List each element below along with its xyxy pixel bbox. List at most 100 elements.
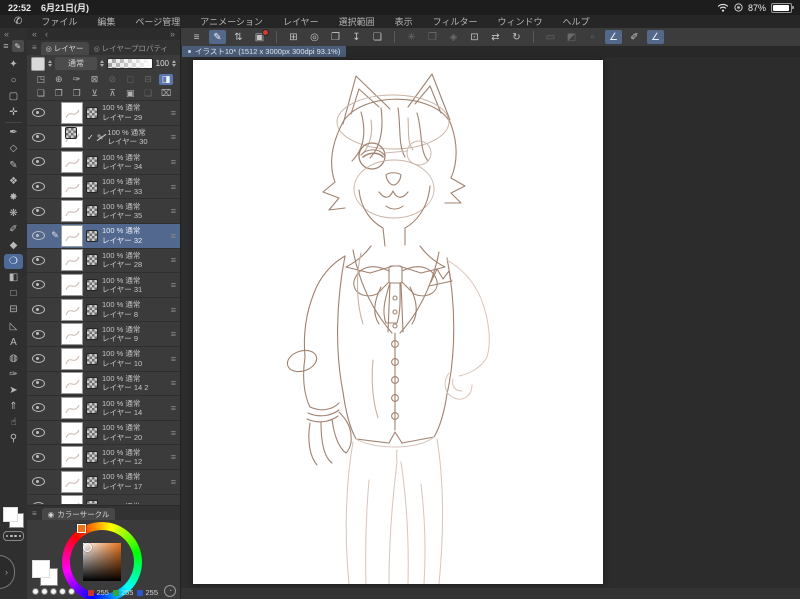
panel-next-icon[interactable]: » [170,29,175,39]
move-tool[interactable]: ✛ [4,105,23,120]
current-subtool-icon[interactable]: ✎ [11,40,24,52]
figure-tool[interactable]: □ [4,286,23,301]
eraser-tool[interactable]: ◇ [4,141,23,156]
layer-thumbnail[interactable] [61,323,83,346]
visibility-eye-icon[interactable] [32,108,45,118]
sv-marker[interactable] [83,543,92,552]
lock-layer-icon[interactable]: ⊠ [88,74,102,85]
layer-thumbnail[interactable] [61,372,83,395]
lasso-tool[interactable]: ○ [4,73,23,88]
pen-mode-button[interactable]: ✎ [209,30,226,44]
rotate-view-button[interactable]: ↻ [508,30,525,44]
menu-item[interactable]: 表示 [385,15,423,28]
layer-row[interactable]: 100 % 通常 レイヤー 17 ≡ [27,470,180,495]
row-drag-handle[interactable]: ≡ [171,501,176,504]
row-drag-handle[interactable]: ≡ [171,378,176,388]
pen-tool[interactable]: ✒ [4,125,23,140]
visibility-eye-icon[interactable] [32,255,45,265]
create-mask-button[interactable]: ▣ [123,88,137,99]
crop-button[interactable]: ⊡ [466,30,483,44]
row-drag-handle[interactable]: ≡ [171,329,176,339]
snap-to-special-ruler-button[interactable]: ✐ [626,30,643,44]
recent-colors[interactable] [32,588,75,595]
layer-thumbnail[interactable] [61,298,83,321]
tab-layers[interactable]: ◎ レイヤー [40,42,89,55]
eyedropper-tool[interactable]: ✑ [4,367,23,382]
menu-item[interactable]: ヘルプ [553,15,600,28]
save-export-button[interactable]: ↧ [348,30,365,44]
visibility-eye-icon[interactable] [32,329,45,339]
layer-move-tool[interactable]: ⇑ [4,399,23,414]
layer-thumbnail[interactable] [61,273,83,296]
row-drag-handle[interactable]: ≡ [171,157,176,167]
layer-row[interactable]: 100 % 通常 レイヤー 14 2 ≡ [27,372,180,397]
draft-layer-icon[interactable]: ✑ [70,74,84,85]
collapse-toolstrip-icon[interactable]: « [4,29,9,39]
merge-below-button[interactable]: ⊼ [105,88,119,99]
layer-row[interactable]: 100 % 通常 レイヤー 35 ≡ [27,199,180,224]
snap-to-ruler-button[interactable]: ∠ [605,30,622,44]
visibility-eye-icon[interactable] [32,354,45,364]
layer-thumbnail[interactable] [61,101,83,124]
layer-thumbnail[interactable] [61,150,83,173]
photo-library-button[interactable]: ▣ [251,29,269,44]
panel-prev-icon[interactable]: ‹ [45,29,48,39]
canvas-viewport[interactable] [181,57,800,599]
visibility-eye-icon[interactable] [32,403,45,413]
auto-select-tool[interactable]: ✦ [4,57,23,72]
row-drag-handle[interactable]: ≡ [171,354,176,364]
color-mode-toggle-icon[interactable]: ◔ [164,585,176,597]
layer-row[interactable]: 100 % 通常 レイヤー 9 ≡ [27,322,180,347]
layer-row[interactable]: 100 % 通常 レイヤー 20 ≡ [27,421,180,446]
toolstrip-menu-icon[interactable]: ≡ [3,41,8,51]
row-drag-handle[interactable]: ≡ [171,428,176,438]
menu-item[interactable]: アニメーション [190,15,273,28]
canvas-page[interactable] [193,60,603,584]
flip-horizontal-button[interactable]: ⇄ [487,30,504,44]
watercolor-tool[interactable]: ❋ [4,206,23,221]
row-drag-handle[interactable]: ≡ [171,403,176,413]
hand-tool[interactable]: ☝ [4,415,23,430]
visibility-eye-icon[interactable] [32,132,45,142]
layer-thumbnail[interactable] [61,347,83,370]
layer-thumbnail[interactable] [61,421,83,444]
layer-thumbnail[interactable] [61,175,83,198]
clip-studio-logo-icon[interactable]: ✆ [14,16,22,27]
visibility-eye-icon[interactable] [32,501,45,504]
operation-tool[interactable]: ➤ [4,383,23,398]
text-tool[interactable]: A [4,335,23,350]
new-raster-layer-button[interactable]: ❏ [34,88,48,99]
row-drag-handle[interactable]: ≡ [171,305,176,315]
layer-thumbnail[interactable] [61,495,83,504]
menu-item[interactable]: 選択範囲 [329,15,385,28]
blend-tool[interactable]: ❍ [4,254,23,270]
visibility-eye-icon[interactable] [32,477,45,487]
visibility-eye-icon[interactable] [32,378,45,388]
panel-collapse-icon[interactable]: « [32,29,37,39]
pencil-tool[interactable]: ✎ [4,158,23,173]
layer-thumbnail[interactable] [61,446,83,469]
panel-color-swatches[interactable] [32,560,58,586]
tab-layer-property[interactable]: ◎ レイヤープロパティ [89,42,173,55]
layer-row[interactable]: ✓ ✎ 100 % 通常 レイヤー 30 ≡ [27,126,180,151]
layer-row[interactable]: 100 % 通常 レイヤー 10 ≡ [27,347,180,372]
layer-row[interactable]: ✎ 100 % 通常 レイヤー 32 ≡ [27,223,180,249]
menu-item[interactable]: 編集 [87,15,125,28]
layer-color-icon[interactable]: ◨ [159,73,173,85]
layer-thumbnail[interactable] [61,396,83,419]
row-drag-handle[interactable]: ≡ [171,206,176,216]
decoration-tool[interactable]: ❖ [4,174,23,189]
delete-layer-button[interactable]: ⌧ [159,88,173,99]
layer-row[interactable]: 100 % 通常 レイヤー 8 ≡ [27,298,180,323]
menu-item[interactable]: ファイル [31,15,87,28]
row-drag-handle[interactable]: ≡ [171,108,176,118]
menu-item[interactable]: ページ管理 [125,15,190,28]
visibility-eye-icon[interactable] [32,428,45,438]
zoom-tool[interactable]: ⚲ [4,431,23,446]
marquee-tool[interactable]: ▢ [4,89,23,104]
layer-thumbnail[interactable] [61,200,83,223]
row-drag-handle[interactable]: ≡ [171,452,176,462]
document-tab[interactable]: イラスト10* (1512 x 3000px 300dpi 93.1%) [182,46,347,57]
color-history-strip[interactable] [3,531,24,541]
visibility-eye-icon[interactable] [32,157,45,167]
